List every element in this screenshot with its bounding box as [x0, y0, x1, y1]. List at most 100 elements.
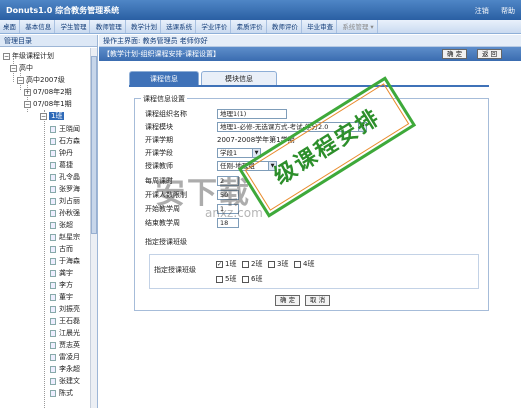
checkbox-icon[interactable] — [216, 275, 223, 283]
scrollbar-thumb[interactable] — [91, 56, 97, 234]
tree-teacher-item[interactable]: 葛捷 — [50, 159, 73, 171]
page-path-bar: 【教学计划-组织课程安排-课程设置】 确 定 返 回 — [99, 47, 521, 61]
collapse-icon[interactable]: − — [17, 76, 24, 84]
left-panel-header: 管理目录 — [0, 35, 97, 47]
field-section: 开课学段 — [145, 148, 210, 159]
help-link[interactable]: 帮助 — [501, 7, 515, 15]
tree-teacher-item[interactable]: 赵星宗 — [50, 231, 80, 243]
confirm-button[interactable]: 确 定 — [275, 295, 301, 306]
tree-teacher-item[interactable]: 雷凌月 — [50, 351, 80, 363]
field-module: 课程模块 — [145, 122, 210, 133]
collapse-icon[interactable]: − — [24, 100, 31, 108]
field-course-name: 课程组织名称 — [145, 109, 210, 120]
menu-teacher-mgmt[interactable]: 教师管理 — [93, 20, 126, 33]
class-checkbox-6[interactable]: 6班 — [242, 275, 262, 284]
class-checkbox-4[interactable]: 4班 — [294, 260, 314, 269]
teacher-icon — [50, 185, 56, 193]
tree-node-grade-plan[interactable]: − 年级课程计划 — [3, 50, 54, 62]
teacher-icon — [50, 293, 56, 301]
menu-teaching-plan[interactable]: 教学计划 — [128, 20, 161, 33]
class-selection-box: 指定授课班级 ✓ 1班 2班 3班 4班 5班 6班 — [149, 254, 479, 289]
menu-quality-eval[interactable]: 素质评价 — [234, 20, 267, 33]
class-section-heading: 指定授课班级 — [145, 238, 187, 246]
class-checkbox-3[interactable]: 3班 — [268, 260, 288, 269]
tree-teacher-item[interactable]: 龚宇 — [50, 267, 73, 279]
expand-icon[interactable]: + — [24, 88, 31, 96]
field-end-week: 结束教学周 — [145, 218, 210, 229]
tree-teacher-item[interactable]: 钟丹 — [50, 147, 73, 159]
tree-teacher-item[interactable]: 李永超 — [50, 363, 80, 375]
class-checkbox-1[interactable]: ✓ 1班 — [216, 260, 236, 269]
field-label: 课程组织名称 — [145, 110, 187, 118]
teacher-icon — [50, 341, 56, 349]
page-path: 【教学计划-组织课程安排-课程设置】 — [103, 50, 221, 58]
menu-graduation-review[interactable]: 毕业审查 — [304, 20, 338, 33]
tree-node-high-school[interactable]: − 高中 — [10, 62, 33, 74]
checkbox-icon[interactable] — [242, 260, 249, 268]
tree-teacher-item[interactable]: 刘振亮 — [50, 303, 80, 315]
tree-teacher-item[interactable]: 张超 — [50, 219, 73, 231]
tree-teacher-item[interactable]: 古而 — [50, 243, 73, 255]
teacher-icon — [50, 221, 56, 229]
tree-teacher-item[interactable]: 王石磊 — [50, 315, 80, 327]
tree-teacher-item[interactable]: 王晓闻 — [50, 123, 80, 135]
checkbox-icon[interactable] — [294, 260, 301, 268]
class-checkbox-2[interactable]: 2班 — [242, 260, 262, 269]
tree-teacher-item[interactable]: 刘占丽 — [50, 195, 80, 207]
tree-teacher-item[interactable]: 张建文 — [50, 375, 80, 387]
class-checkbox-5[interactable]: 5班 — [216, 275, 236, 284]
teacher-icon — [50, 353, 56, 361]
tree-teacher-item[interactable]: 孙秋强 — [50, 207, 80, 219]
tab-underline — [129, 85, 489, 87]
tree-node-grade-2007[interactable]: − 高中2007级 — [17, 74, 65, 86]
checkbox-icon[interactable] — [242, 275, 249, 283]
tab-course-info[interactable]: 课程信息 — [129, 71, 199, 85]
tree-teacher-item[interactable]: 石方森 — [50, 135, 80, 147]
course-name-input[interactable]: 地理1(1) — [217, 109, 287, 119]
tree-node-term-1[interactable]: −07/08年1期 — [24, 98, 72, 110]
teacher-icon — [50, 305, 56, 313]
checkbox-checked-icon[interactable]: ✓ — [216, 260, 223, 268]
menu-academic-eval[interactable]: 学业评价 — [198, 20, 232, 33]
teacher-icon — [50, 389, 56, 397]
menu-system-mgmt[interactable]: 系统管理 ▾ — [339, 20, 378, 33]
cancel-button[interactable]: 取 消 — [305, 295, 331, 306]
menu-student-mgmt[interactable]: 学生管理 — [57, 20, 91, 33]
teacher-icon — [50, 317, 56, 325]
tab-module-info[interactable]: 模块信息 — [201, 71, 277, 85]
tree-teacher-item[interactable]: 董宇 — [50, 291, 73, 303]
teacher-icon — [50, 209, 56, 217]
menu-basic-info[interactable]: 基本信息 — [22, 20, 56, 33]
teacher-icon — [50, 365, 56, 373]
ok-button[interactable]: 确 定 — [442, 49, 468, 59]
tree-node-term-2[interactable]: +07/08年2期 — [24, 86, 72, 98]
class-section-label: 指定授课班级 — [154, 266, 196, 274]
tree-teacher-item[interactable]: 贾志英 — [50, 339, 80, 351]
field-label: 课程模块 — [145, 123, 173, 131]
tree-teacher-item[interactable]: 于海森 — [50, 255, 80, 267]
menu-course-selection[interactable]: 选课系统 — [163, 20, 197, 33]
menu-desktop[interactable]: 桌面 — [0, 20, 20, 33]
menu-teacher-eval[interactable]: 教师评价 — [269, 20, 302, 33]
section-select[interactable]: 学段1 ▼ — [217, 148, 261, 158]
collapse-icon[interactable]: − — [10, 64, 17, 72]
tree-teacher-item[interactable]: 陈式 — [50, 387, 73, 399]
tree-teacher-item[interactable]: 张罗海 — [50, 183, 80, 195]
logout-link[interactable]: 注销 — [475, 7, 489, 15]
checkbox-icon[interactable] — [268, 260, 275, 268]
teacher-icon — [50, 377, 56, 385]
tree-teacher-item[interactable]: 孔令晶 — [50, 171, 80, 183]
tree-teacher-item[interactable]: 江晨光 — [50, 327, 80, 339]
tree-node-class-1[interactable]: −1班 — [40, 110, 65, 122]
app-title: Donuts1.0 综合教务管理系统 — [6, 6, 120, 15]
tree-scrollbar[interactable] — [90, 48, 97, 408]
title-links: 注销 帮助 — [465, 6, 515, 16]
back-button[interactable]: 返 回 — [477, 49, 503, 59]
tree-guide — [44, 110, 45, 408]
collapse-icon[interactable]: − — [3, 52, 10, 60]
field-label: 结束教学周 — [145, 219, 180, 227]
collapse-icon[interactable]: − — [40, 112, 47, 120]
tree-teacher-item[interactable]: 李方 — [50, 279, 73, 291]
teacher-icon — [50, 125, 56, 133]
directory-tree: − 年级课程计划 − 高中 − 高中2007级 +07/08年2期 −07/08年1期… — [0, 48, 90, 408]
